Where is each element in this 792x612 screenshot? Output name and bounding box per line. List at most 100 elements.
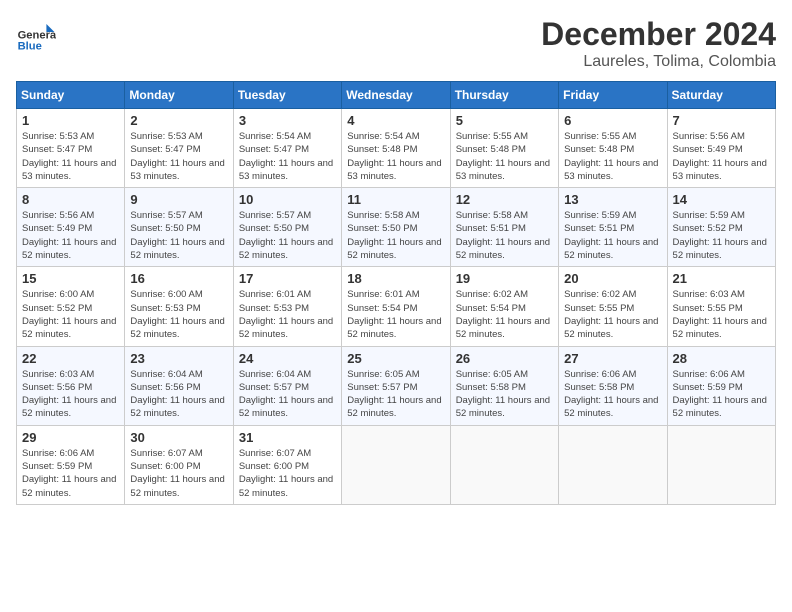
day-info: Sunrise: 5:55 AM Sunset: 5:48 PM Dayligh…	[564, 130, 661, 183]
calendar-cell: 21 Sunrise: 6:03 AM Sunset: 5:55 PM Dayl…	[667, 267, 775, 346]
day-info: Sunrise: 6:05 AM Sunset: 5:57 PM Dayligh…	[347, 368, 444, 421]
calendar-cell: 10 Sunrise: 5:57 AM Sunset: 5:50 PM Dayl…	[233, 188, 341, 267]
calendar-week-5: 29 Sunrise: 6:06 AM Sunset: 5:59 PM Dayl…	[17, 425, 776, 504]
day-info: Sunrise: 5:58 AM Sunset: 5:50 PM Dayligh…	[347, 209, 444, 262]
calendar-cell: 27 Sunrise: 6:06 AM Sunset: 5:58 PM Dayl…	[559, 346, 667, 425]
calendar-cell: 13 Sunrise: 5:59 AM Sunset: 5:51 PM Dayl…	[559, 188, 667, 267]
day-info: Sunrise: 6:06 AM Sunset: 5:58 PM Dayligh…	[564, 368, 661, 421]
day-info: Sunrise: 5:54 AM Sunset: 5:47 PM Dayligh…	[239, 130, 336, 183]
calendar-cell: 6 Sunrise: 5:55 AM Sunset: 5:48 PM Dayli…	[559, 109, 667, 188]
day-info: Sunrise: 6:00 AM Sunset: 5:52 PM Dayligh…	[22, 288, 119, 341]
day-number: 14	[673, 192, 770, 207]
day-number: 13	[564, 192, 661, 207]
day-info: Sunrise: 6:04 AM Sunset: 5:57 PM Dayligh…	[239, 368, 336, 421]
calendar-table: SundayMondayTuesdayWednesdayThursdayFrid…	[16, 81, 776, 505]
day-number: 5	[456, 113, 553, 128]
day-number: 6	[564, 113, 661, 128]
day-info: Sunrise: 5:56 AM Sunset: 5:49 PM Dayligh…	[673, 130, 770, 183]
day-info: Sunrise: 6:02 AM Sunset: 5:55 PM Dayligh…	[564, 288, 661, 341]
calendar-week-4: 22 Sunrise: 6:03 AM Sunset: 5:56 PM Dayl…	[17, 346, 776, 425]
day-number: 20	[564, 271, 661, 286]
calendar-cell: 30 Sunrise: 6:07 AM Sunset: 6:00 PM Dayl…	[125, 425, 233, 504]
day-number: 2	[130, 113, 227, 128]
day-info: Sunrise: 6:07 AM Sunset: 6:00 PM Dayligh…	[239, 447, 336, 500]
calendar-cell: 24 Sunrise: 6:04 AM Sunset: 5:57 PM Dayl…	[233, 346, 341, 425]
day-number: 12	[456, 192, 553, 207]
calendar-cell: 20 Sunrise: 6:02 AM Sunset: 5:55 PM Dayl…	[559, 267, 667, 346]
day-info: Sunrise: 5:59 AM Sunset: 5:52 PM Dayligh…	[673, 209, 770, 262]
calendar-cell: 29 Sunrise: 6:06 AM Sunset: 5:59 PM Dayl…	[17, 425, 125, 504]
calendar-cell	[450, 425, 558, 504]
day-number: 27	[564, 351, 661, 366]
calendar-cell: 9 Sunrise: 5:57 AM Sunset: 5:50 PM Dayli…	[125, 188, 233, 267]
calendar-cell	[559, 425, 667, 504]
day-number: 29	[22, 430, 119, 445]
svg-text:Blue: Blue	[18, 41, 42, 53]
day-info: Sunrise: 6:03 AM Sunset: 5:55 PM Dayligh…	[673, 288, 770, 341]
day-number: 4	[347, 113, 444, 128]
day-info: Sunrise: 5:57 AM Sunset: 5:50 PM Dayligh…	[130, 209, 227, 262]
calendar-cell: 14 Sunrise: 5:59 AM Sunset: 5:52 PM Dayl…	[667, 188, 775, 267]
day-number: 10	[239, 192, 336, 207]
day-number: 11	[347, 192, 444, 207]
logo: General Blue	[16, 16, 60, 56]
day-number: 31	[239, 430, 336, 445]
day-info: Sunrise: 5:57 AM Sunset: 5:50 PM Dayligh…	[239, 209, 336, 262]
day-info: Sunrise: 6:01 AM Sunset: 5:54 PM Dayligh…	[347, 288, 444, 341]
calendar-cell: 25 Sunrise: 6:05 AM Sunset: 5:57 PM Dayl…	[342, 346, 450, 425]
weekday-header-sunday: Sunday	[17, 82, 125, 109]
day-number: 23	[130, 351, 227, 366]
weekday-header-friday: Friday	[559, 82, 667, 109]
calendar-week-2: 8 Sunrise: 5:56 AM Sunset: 5:49 PM Dayli…	[17, 188, 776, 267]
day-number: 15	[22, 271, 119, 286]
day-info: Sunrise: 5:53 AM Sunset: 5:47 PM Dayligh…	[22, 130, 119, 183]
weekday-header-saturday: Saturday	[667, 82, 775, 109]
day-number: 1	[22, 113, 119, 128]
day-number: 25	[347, 351, 444, 366]
day-info: Sunrise: 5:58 AM Sunset: 5:51 PM Dayligh…	[456, 209, 553, 262]
day-number: 19	[456, 271, 553, 286]
day-number: 24	[239, 351, 336, 366]
calendar-cell: 1 Sunrise: 5:53 AM Sunset: 5:47 PM Dayli…	[17, 109, 125, 188]
month-title: December 2024	[541, 16, 776, 53]
weekday-header-monday: Monday	[125, 82, 233, 109]
day-info: Sunrise: 6:01 AM Sunset: 5:53 PM Dayligh…	[239, 288, 336, 341]
day-info: Sunrise: 5:56 AM Sunset: 5:49 PM Dayligh…	[22, 209, 119, 262]
page-header: General Blue December 2024 Laureles, Tol…	[16, 16, 776, 71]
day-number: 16	[130, 271, 227, 286]
calendar-cell: 2 Sunrise: 5:53 AM Sunset: 5:47 PM Dayli…	[125, 109, 233, 188]
calendar-cell: 28 Sunrise: 6:06 AM Sunset: 5:59 PM Dayl…	[667, 346, 775, 425]
calendar-cell: 16 Sunrise: 6:00 AM Sunset: 5:53 PM Dayl…	[125, 267, 233, 346]
calendar-week-3: 15 Sunrise: 6:00 AM Sunset: 5:52 PM Dayl…	[17, 267, 776, 346]
day-number: 21	[673, 271, 770, 286]
calendar-cell: 19 Sunrise: 6:02 AM Sunset: 5:54 PM Dayl…	[450, 267, 558, 346]
calendar-cell: 3 Sunrise: 5:54 AM Sunset: 5:47 PM Dayli…	[233, 109, 341, 188]
calendar-cell: 5 Sunrise: 5:55 AM Sunset: 5:48 PM Dayli…	[450, 109, 558, 188]
calendar-cell: 11 Sunrise: 5:58 AM Sunset: 5:50 PM Dayl…	[342, 188, 450, 267]
calendar-cell: 15 Sunrise: 6:00 AM Sunset: 5:52 PM Dayl…	[17, 267, 125, 346]
calendar-week-1: 1 Sunrise: 5:53 AM Sunset: 5:47 PM Dayli…	[17, 109, 776, 188]
day-number: 18	[347, 271, 444, 286]
location-title: Laureles, Tolima, Colombia	[541, 53, 776, 71]
calendar-cell: 31 Sunrise: 6:07 AM Sunset: 6:00 PM Dayl…	[233, 425, 341, 504]
calendar-cell: 12 Sunrise: 5:58 AM Sunset: 5:51 PM Dayl…	[450, 188, 558, 267]
day-info: Sunrise: 5:53 AM Sunset: 5:47 PM Dayligh…	[130, 130, 227, 183]
title-area: December 2024 Laureles, Tolima, Colombia	[541, 16, 776, 71]
calendar-cell: 23 Sunrise: 6:04 AM Sunset: 5:56 PM Dayl…	[125, 346, 233, 425]
day-number: 9	[130, 192, 227, 207]
day-info: Sunrise: 5:55 AM Sunset: 5:48 PM Dayligh…	[456, 130, 553, 183]
calendar-cell	[342, 425, 450, 504]
weekday-header-row: SundayMondayTuesdayWednesdayThursdayFrid…	[17, 82, 776, 109]
day-number: 22	[22, 351, 119, 366]
logo-icon: General Blue	[16, 16, 56, 56]
day-number: 17	[239, 271, 336, 286]
calendar-cell: 22 Sunrise: 6:03 AM Sunset: 5:56 PM Dayl…	[17, 346, 125, 425]
weekday-header-thursday: Thursday	[450, 82, 558, 109]
weekday-header-tuesday: Tuesday	[233, 82, 341, 109]
day-info: Sunrise: 6:03 AM Sunset: 5:56 PM Dayligh…	[22, 368, 119, 421]
day-info: Sunrise: 6:05 AM Sunset: 5:58 PM Dayligh…	[456, 368, 553, 421]
day-number: 8	[22, 192, 119, 207]
day-info: Sunrise: 6:06 AM Sunset: 5:59 PM Dayligh…	[673, 368, 770, 421]
day-number: 26	[456, 351, 553, 366]
day-info: Sunrise: 5:59 AM Sunset: 5:51 PM Dayligh…	[564, 209, 661, 262]
